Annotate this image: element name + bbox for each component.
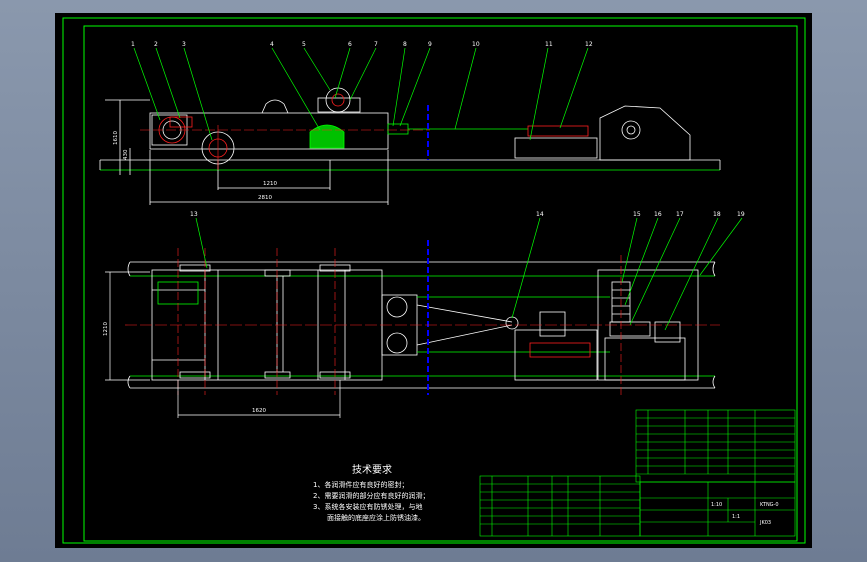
dim-front-1610: 1610 bbox=[113, 131, 119, 145]
tech-req-line-4: 面接触的底座应涂上防锈油漆。 bbox=[327, 513, 425, 522]
drawing-sheet bbox=[55, 13, 812, 548]
dim-plan-1620: 1620 bbox=[252, 408, 266, 414]
drawing-number: KTNG-0 bbox=[760, 502, 779, 508]
balloon-3: 3 bbox=[182, 41, 186, 48]
balloon-18: 18 bbox=[713, 211, 721, 218]
tech-req-title: 技术要求 bbox=[352, 463, 392, 476]
dim-front-430: 430 bbox=[123, 149, 129, 160]
balloon-9: 9 bbox=[428, 41, 432, 48]
balloon-12: 12 bbox=[585, 41, 593, 48]
tech-req-line-2: 2、需要润滑的部分应有良好的润滑； bbox=[313, 491, 429, 500]
balloon-5: 5 bbox=[302, 41, 306, 48]
dim-front-1210: 1210 bbox=[263, 181, 277, 187]
balloon-15: 15 bbox=[633, 211, 641, 218]
balloon-13: 13 bbox=[190, 211, 198, 218]
tech-req-line-3: 3、系统各安装应有防锈处理，与地 bbox=[313, 502, 422, 511]
dim-front-2810: 2810 bbox=[258, 195, 272, 201]
balloon-16: 16 bbox=[654, 211, 662, 218]
balloon-10: 10 bbox=[472, 41, 480, 48]
gearbox bbox=[309, 124, 345, 149]
balloon-2: 2 bbox=[154, 41, 158, 48]
balloon-11: 11 bbox=[545, 41, 553, 48]
balloon-14: 14 bbox=[536, 211, 544, 218]
tech-req-line-1: 1、各润滑件应有良好的密封； bbox=[313, 480, 408, 489]
balloon-17: 17 bbox=[676, 211, 684, 218]
drawing-scale: 1:10 bbox=[711, 502, 722, 508]
drawing-code: JK03 bbox=[759, 520, 771, 526]
balloon-19: 19 bbox=[737, 211, 745, 218]
balloon-1: 1 bbox=[131, 41, 135, 48]
balloon-8: 8 bbox=[403, 41, 407, 48]
dim-plan-1210: 1210 bbox=[103, 322, 109, 336]
cad-viewport: 1 2 3 4 5 6 7 8 9 10 11 12 1210 2810 161… bbox=[55, 13, 812, 548]
balloon-7: 7 bbox=[374, 41, 378, 48]
drawing-sheet-ratio: 1:1 bbox=[732, 514, 740, 520]
balloon-6: 6 bbox=[348, 41, 352, 48]
balloon-4: 4 bbox=[270, 41, 274, 48]
